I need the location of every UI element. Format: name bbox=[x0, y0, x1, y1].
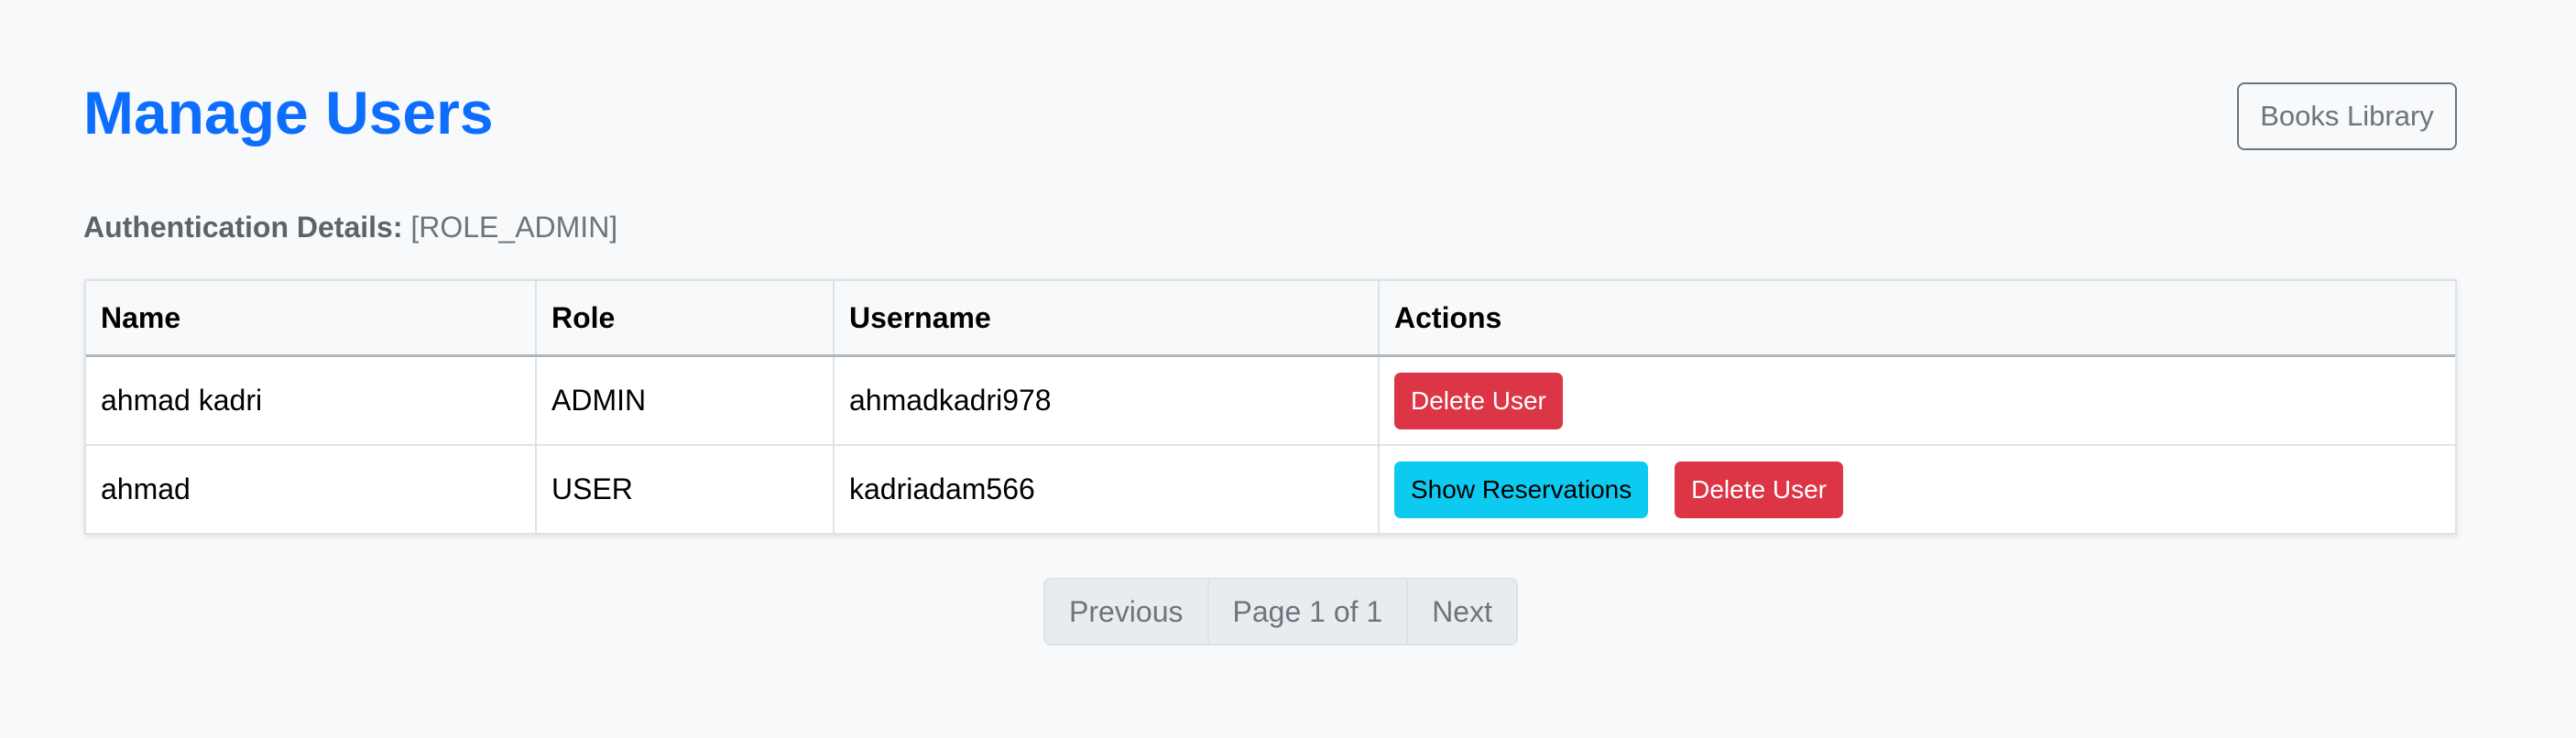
cell-username: kadriadam566 bbox=[834, 445, 1380, 533]
table-row: ahmad USER kadriadam566 Show Reservation… bbox=[86, 445, 2455, 533]
users-table: Name Role Username Actions ahmad kadri A… bbox=[86, 281, 2455, 533]
page-title: Manage Users bbox=[83, 79, 494, 147]
column-header-actions: Actions bbox=[1379, 281, 2455, 357]
cell-role: USER bbox=[536, 445, 835, 533]
table-row: ahmad kadri ADMIN ahmadkadri978 Delete U… bbox=[86, 355, 2455, 446]
authentication-details-label: Authentication Details: bbox=[83, 211, 403, 244]
show-reservations-button[interactable]: Show Reservations bbox=[1394, 461, 1649, 518]
authentication-details: Authentication Details: [ROLE_ADMIN] bbox=[83, 207, 617, 247]
column-header-name: Name bbox=[86, 281, 537, 357]
delete-user-button[interactable]: Delete User bbox=[1394, 372, 1563, 429]
cell-actions: Show Reservations Delete User bbox=[1379, 445, 2455, 533]
column-header-username: Username bbox=[834, 281, 1380, 357]
manage-users-page: Manage Users Books Library Authenticatio… bbox=[0, 0, 2576, 738]
next-page-button[interactable]: Next bbox=[1408, 580, 1516, 644]
delete-user-button[interactable]: Delete User bbox=[1675, 461, 1843, 518]
table-header-row: Name Role Username Actions bbox=[86, 281, 2455, 357]
cell-name: ahmad kadri bbox=[86, 355, 537, 446]
users-table-container: Name Role Username Actions ahmad kadri A… bbox=[84, 279, 2457, 535]
column-header-role: Role bbox=[536, 281, 835, 357]
cell-username: ahmadkadri978 bbox=[834, 355, 1380, 446]
page-info: Page 1 of 1 bbox=[1208, 580, 1409, 644]
previous-page-button[interactable]: Previous bbox=[1045, 580, 1209, 644]
pagination: Previous Page 1 of 1 Next bbox=[1043, 578, 1518, 646]
books-library-button[interactable]: Books Library bbox=[2237, 82, 2457, 150]
authentication-details-value: [ROLE_ADMIN] bbox=[410, 211, 618, 244]
cell-name: ahmad bbox=[86, 445, 537, 533]
cell-actions: Delete User bbox=[1379, 355, 2455, 446]
cell-role: ADMIN bbox=[536, 355, 835, 446]
